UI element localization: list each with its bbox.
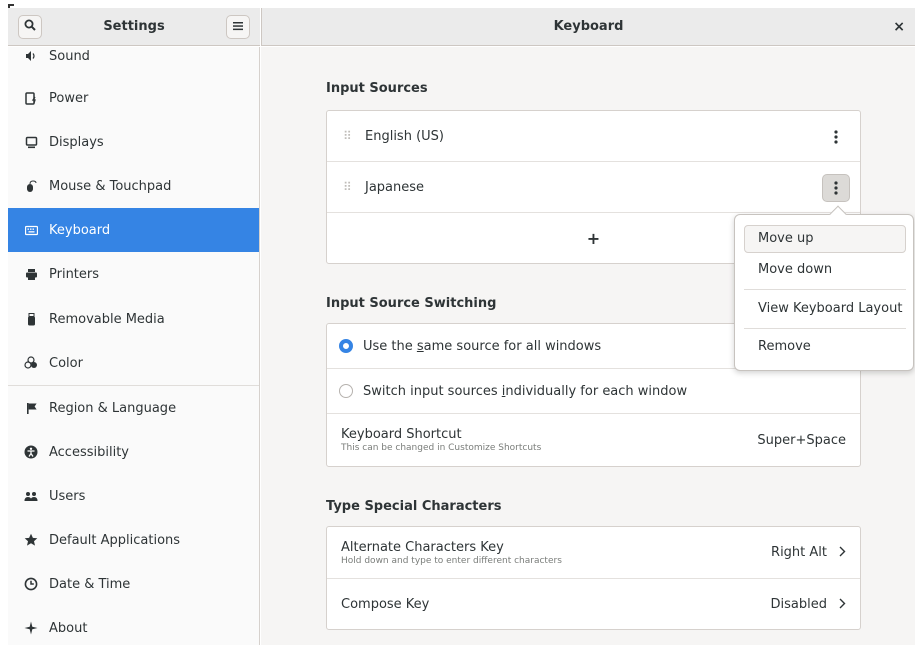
sidebar-item-about[interactable]: About (8, 606, 259, 645)
sidebar-item-region-language[interactable]: Region & Language (8, 386, 259, 430)
sidebar-item-label: Printers (49, 266, 100, 282)
app-title: Settings (103, 19, 165, 34)
vertical-dots-icon (834, 181, 838, 195)
type-special-characters-heading: Type Special Characters (326, 499, 502, 514)
sidebar-item-label: Region & Language (49, 400, 177, 416)
alternate-characters-label: Alternate Characters Key (341, 539, 504, 555)
input-source-menu-button[interactable] (822, 174, 850, 202)
compose-key-value: Disabled (770, 597, 827, 612)
individual-source-label: Switch input sources individually for ea… (363, 384, 687, 399)
content-headerbar: Keyboard × (261, 8, 915, 46)
sidebar-item-keyboard[interactable]: Keyboard (8, 208, 259, 252)
option-text: Use the (363, 338, 417, 354)
accessibility-icon (24, 445, 38, 459)
sidebar-item-color[interactable]: Color (8, 341, 259, 385)
radio-button-selected[interactable] (339, 339, 353, 353)
sidebar-item-mouse-touchpad[interactable]: Mouse & Touchpad (8, 164, 259, 208)
sidebar-item-label: Mouse & Touchpad (49, 178, 172, 194)
color-icon (24, 356, 38, 370)
menu-separator (744, 289, 906, 290)
input-source-row[interactable]: ⠿ English (US) (327, 111, 860, 162)
about-icon (24, 621, 38, 635)
input-source-switching-heading: Input Source Switching (326, 296, 497, 311)
keyboard-shortcut-row[interactable]: Keyboard Shortcut This can be changed in… (327, 414, 860, 466)
sidebar-item-label: Power (49, 90, 89, 106)
input-source-row[interactable]: ⠿ Japanese (327, 162, 860, 213)
compose-key-label: Compose Key (341, 597, 430, 612)
input-source-label: English (US) (365, 128, 444, 144)
close-button[interactable]: × (893, 8, 905, 46)
input-source-label: Japanese (365, 179, 425, 195)
alternate-characters-value-group: Right Alt (771, 545, 846, 561)
input-source-menu-button[interactable] (822, 123, 850, 151)
keyboard-shortcut-value: Super+Space (757, 432, 846, 448)
sidebar-item-label: Date & Time (49, 576, 131, 592)
vertical-dots-icon (834, 130, 838, 144)
alternate-characters-key-row[interactable]: Alternate Characters Key Hold down and t… (327, 527, 860, 579)
flag-icon (24, 401, 38, 415)
speaker-icon (24, 49, 38, 63)
drag-handle-icon[interactable]: ⠿ (343, 181, 353, 193)
chevron-right-icon (839, 597, 846, 613)
input-sources-heading: Input Sources (326, 81, 428, 96)
sidebar-item-users[interactable]: Users (8, 474, 259, 518)
keyboard-shortcut-subtitle: This can be changed in Customize Shortcu… (341, 443, 542, 453)
main-menu-button[interactable] (226, 15, 250, 39)
sidebar-item-sound[interactable]: Sound (8, 47, 259, 78)
sidebar-item-label: Default Applications (49, 532, 181, 548)
keyboard-shortcut-text: Keyboard Shortcut This can be changed in… (341, 427, 541, 453)
sidebar-item-accessibility[interactable]: Accessibility (8, 430, 259, 474)
alternate-characters-subtitle: Hold down and type to enter different ch… (341, 555, 562, 566)
star-icon (24, 533, 38, 547)
option-text: ame source for all windows (423, 338, 602, 354)
sidebar-item-printers[interactable]: Printers (8, 252, 259, 296)
individual-source-option[interactable]: Switch input sources individually for ea… (327, 369, 860, 414)
sidebar-item-label: Accessibility (49, 444, 129, 460)
battery-icon (24, 91, 38, 105)
chevron-right-icon (839, 545, 846, 561)
move-down-menu-item[interactable]: Move down (744, 256, 906, 284)
option-text: Switch input sources (363, 383, 502, 399)
keyboard-icon (24, 223, 38, 237)
mnemonic-char: s (416, 338, 424, 354)
move-up-menu-item[interactable]: Move up (744, 225, 906, 253)
clock-icon (24, 577, 38, 591)
view-keyboard-layout-menu-item[interactable]: View Keyboard Layout (744, 295, 906, 323)
usb-icon (24, 312, 38, 326)
same-source-label: Use the same source for all windows (363, 339, 601, 354)
sidebar-item-label: Keyboard (49, 222, 111, 238)
settings-window: Settings Keyboard × Sound Power Displays… (0, 0, 915, 645)
sidebar-item-label: Removable Media (49, 311, 165, 327)
sidebar-item-label: Displays (49, 134, 104, 150)
sidebar-item-removable-media[interactable]: Removable Media (8, 297, 259, 341)
users-icon (24, 489, 38, 503)
monitor-icon (24, 135, 38, 149)
sidebar-item-date-time[interactable]: Date & Time (8, 562, 259, 606)
option-text: ndividually for each window (505, 383, 688, 399)
input-source-popover-menu: Move up Move down View Keyboard Layout R… (734, 214, 914, 371)
page-title: Keyboard (553, 19, 624, 34)
keyboard-shortcut-label: Keyboard Shortcut (341, 427, 462, 442)
sidebar-item-label: About (49, 620, 88, 636)
radio-button[interactable] (339, 384, 353, 398)
sidebar-item-label: Users (49, 488, 86, 504)
printer-icon (24, 267, 38, 281)
sidebar-item-label: Color (49, 355, 83, 371)
sidebar: Sound Power Displays Mouse & Touchpad Ke… (8, 47, 260, 645)
special-characters-list: Alternate Characters Key Hold down and t… (326, 526, 861, 630)
sidebar-item-label: Sound (49, 48, 90, 64)
sidebar-item-default-applications[interactable]: Default Applications (8, 518, 259, 562)
sidebar-item-displays[interactable]: Displays (8, 120, 259, 164)
mouse-icon (24, 179, 38, 193)
hamburger-menu-icon (233, 20, 243, 35)
alternate-characters-value: Right Alt (771, 545, 827, 560)
drag-handle-icon[interactable]: ⠿ (343, 130, 353, 142)
remove-menu-item[interactable]: Remove (744, 333, 906, 361)
menu-separator (744, 328, 906, 329)
sidebar-headerbar: Settings (8, 8, 260, 46)
sidebar-item-power[interactable]: Power (8, 76, 259, 120)
alternate-characters-text: Alternate Characters Key Hold down and t… (341, 540, 562, 566)
compose-key-row[interactable]: Compose Key Disabled (327, 579, 860, 630)
compose-key-value-group: Disabled (771, 597, 846, 613)
